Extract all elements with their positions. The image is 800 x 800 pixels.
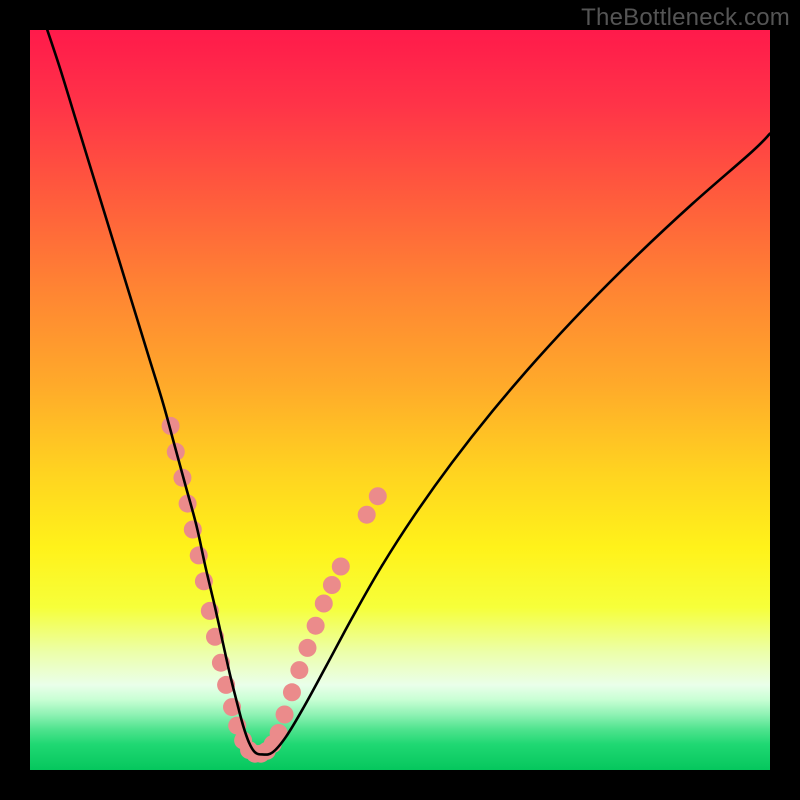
data-marker [276, 706, 294, 724]
watermark-text: TheBottleneck.com [581, 4, 790, 32]
curve-layer [30, 30, 770, 770]
data-marker [358, 506, 376, 524]
chart-frame: TheBottleneck.com [0, 0, 800, 800]
data-marker [323, 576, 341, 594]
data-marker [299, 639, 317, 657]
data-marker [290, 661, 308, 679]
data-marker [283, 683, 301, 701]
marker-layer [162, 417, 387, 763]
plot-area [30, 30, 770, 770]
data-marker [332, 558, 350, 576]
data-marker [369, 487, 387, 505]
bottleneck-curve [45, 30, 770, 755]
data-marker [307, 617, 325, 635]
data-marker [315, 595, 333, 613]
